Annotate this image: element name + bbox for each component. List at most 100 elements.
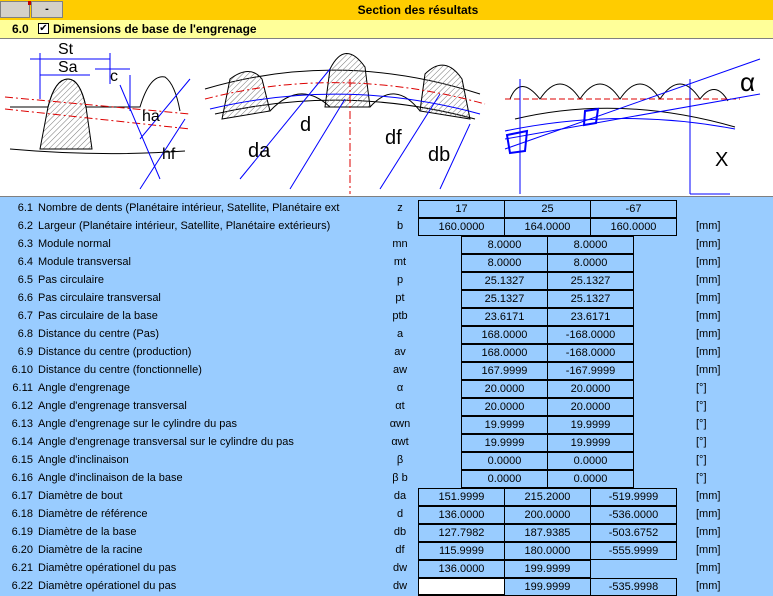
table-row: 6.12 Angle d'engrenage transversal αt [°] 20… bbox=[0, 398, 773, 416]
value-cell bbox=[418, 578, 505, 596]
row-unit: [mm] bbox=[696, 274, 721, 286]
row-unit: [mm] bbox=[696, 328, 721, 340]
value-cell: -167.9999 bbox=[547, 362, 634, 380]
value-cell: 20.0000 bbox=[547, 398, 634, 416]
gear-segment-figure: da d df db bbox=[204, 53, 486, 194]
fig-db: db bbox=[428, 144, 450, 166]
row-unit: [mm] bbox=[696, 310, 721, 322]
value-cell: 20.0000 bbox=[461, 380, 548, 398]
row-unit: [°] bbox=[696, 472, 707, 484]
meshing-figure: α X bbox=[504, 58, 761, 195]
row-label: Angle d'engrenage bbox=[38, 382, 131, 394]
collapse-button[interactable]: - bbox=[31, 1, 63, 18]
value-cell: -536.0000 bbox=[590, 506, 677, 524]
table-row: 6.10 Distance du centre (fonctionnelle) aw… bbox=[0, 362, 773, 380]
row-label: Diamètre opérationel du pas bbox=[38, 562, 177, 574]
row-unit: [mm] bbox=[696, 238, 721, 250]
row-label: Distance du centre (Pas) bbox=[38, 328, 160, 340]
row-unit: [mm] bbox=[696, 508, 721, 520]
row-symbol: αwn bbox=[389, 418, 411, 430]
table-row: 6.17 Diamètre de bout da [mm] 151.9999 215.20… bbox=[0, 488, 773, 506]
row-label: Angle d'engrenage sur le cylindre du pas bbox=[38, 418, 238, 430]
row-symbol: a bbox=[396, 328, 404, 340]
row-unit: [mm] bbox=[696, 562, 721, 574]
section-number: 6.0 bbox=[12, 22, 29, 36]
row-number: 6.19 bbox=[11, 526, 33, 538]
value-cell: 180.0000 bbox=[504, 542, 591, 560]
table-row: 6.16 Angle d'inclinaison de la base β b [°]… bbox=[0, 470, 773, 488]
table-row: 6.7 Pas circulaire de la base ptb [mm] 23.61… bbox=[0, 308, 773, 326]
gear-diagram-svg: St Sa c ha hf da d df db α X bbox=[4, 41, 761, 195]
row-number: 6.18 bbox=[11, 508, 33, 520]
value-cell: 25.1327 bbox=[547, 272, 634, 290]
value-cell: 8.0000 bbox=[547, 254, 634, 272]
row-number: 6.22 bbox=[11, 580, 33, 592]
fig-ha: ha bbox=[142, 108, 160, 125]
row-label: Diamètre opérationel du pas bbox=[38, 580, 177, 592]
table-row: 6.3 Module normal mn [mm] 8.0000 8.0000 bbox=[0, 236, 773, 254]
row-number: 6.15 bbox=[11, 454, 33, 466]
row-symbol: β bbox=[396, 454, 404, 466]
row-unit: [mm] bbox=[696, 544, 721, 556]
row-unit: [°] bbox=[696, 382, 707, 394]
value-cell: 17 bbox=[418, 200, 505, 218]
row-label: Nombre de dents (Planétaire intérieur, S… bbox=[38, 202, 340, 214]
title-bar: - Section des résultats bbox=[0, 0, 773, 21]
value-cell: 151.9999 bbox=[418, 488, 505, 506]
value-cell: 25.1327 bbox=[461, 272, 548, 290]
table-row: 6.4 Module transversal mt [mm] 8.0000 8.0000 bbox=[0, 254, 773, 272]
value-cell: 200.0000 bbox=[504, 506, 591, 524]
row-unit: [°] bbox=[696, 400, 707, 412]
row-number: 6.4 bbox=[17, 256, 33, 268]
value-cell: 136.0000 bbox=[418, 506, 505, 524]
value-cell: 25.1327 bbox=[461, 290, 548, 308]
table-row: 6.11 Angle d'engrenage α [°] 20.0000 20.0000 bbox=[0, 380, 773, 398]
row-symbol: β b bbox=[392, 472, 408, 484]
row-number: 6.11 bbox=[12, 382, 33, 394]
row-label: Diamètre de bout bbox=[38, 490, 123, 502]
row-symbol: ptb bbox=[392, 310, 408, 322]
section-checkbox[interactable]: ✔ bbox=[38, 23, 49, 34]
value-cell: -535.9998 bbox=[590, 578, 677, 596]
row-label: Pas circulaire bbox=[38, 274, 105, 286]
row-number: 6.12 bbox=[11, 400, 33, 412]
row-number: 6.5 bbox=[17, 274, 33, 286]
value-cell: 136.0000 bbox=[418, 560, 505, 578]
row-number: 6.9 bbox=[17, 346, 33, 358]
table-row: 6.9 Distance du centre (production) av [mm]… bbox=[0, 344, 773, 362]
row-label: Module normal bbox=[38, 238, 111, 250]
row-symbol: αt bbox=[395, 400, 405, 412]
value-cell: 20.0000 bbox=[461, 398, 548, 416]
row-number: 6.7 bbox=[17, 310, 33, 322]
row-number: 6.6 bbox=[17, 292, 33, 304]
value-cell: 8.0000 bbox=[547, 236, 634, 254]
fig-c: c bbox=[110, 68, 118, 85]
row-number: 6.10 bbox=[11, 364, 33, 376]
row-number: 6.8 bbox=[17, 328, 33, 340]
row-label: Diamètre de référence bbox=[38, 508, 148, 520]
value-cell: -555.9999 bbox=[590, 542, 677, 560]
row-unit: [mm] bbox=[696, 490, 721, 502]
value-cell: -168.0000 bbox=[547, 326, 634, 344]
row-unit: [°] bbox=[696, 454, 707, 466]
section-header: 6.0 ✔ Dimensions de base de l'engrenage bbox=[0, 20, 773, 39]
fig-alpha: α bbox=[740, 67, 755, 97]
value-cell: 160.0000 bbox=[590, 218, 677, 236]
table-row: 6.6 Pas circulaire transversal pt [mm] 25.13… bbox=[0, 290, 773, 308]
value-cell: 168.0000 bbox=[461, 326, 548, 344]
fig-hf: hf bbox=[162, 146, 176, 163]
row-symbol: αwt bbox=[391, 436, 409, 448]
row-unit: [mm] bbox=[696, 364, 721, 376]
row-label: Diamètre de la racine bbox=[38, 544, 143, 556]
row-symbol: pt bbox=[395, 292, 405, 304]
value-cell: 19.9999 bbox=[547, 416, 634, 434]
fig-sa: Sa bbox=[58, 59, 78, 76]
value-cell: 0.0000 bbox=[547, 452, 634, 470]
row-symbol: p bbox=[396, 274, 404, 286]
gear-diagram: St Sa c ha hf da d df db α X bbox=[0, 39, 773, 197]
row-unit: [°] bbox=[696, 436, 707, 448]
value-cell: 23.6171 bbox=[547, 308, 634, 326]
row-unit: [mm] bbox=[696, 292, 721, 304]
row-number: 6.3 bbox=[17, 238, 33, 250]
fig-da: da bbox=[248, 140, 271, 162]
